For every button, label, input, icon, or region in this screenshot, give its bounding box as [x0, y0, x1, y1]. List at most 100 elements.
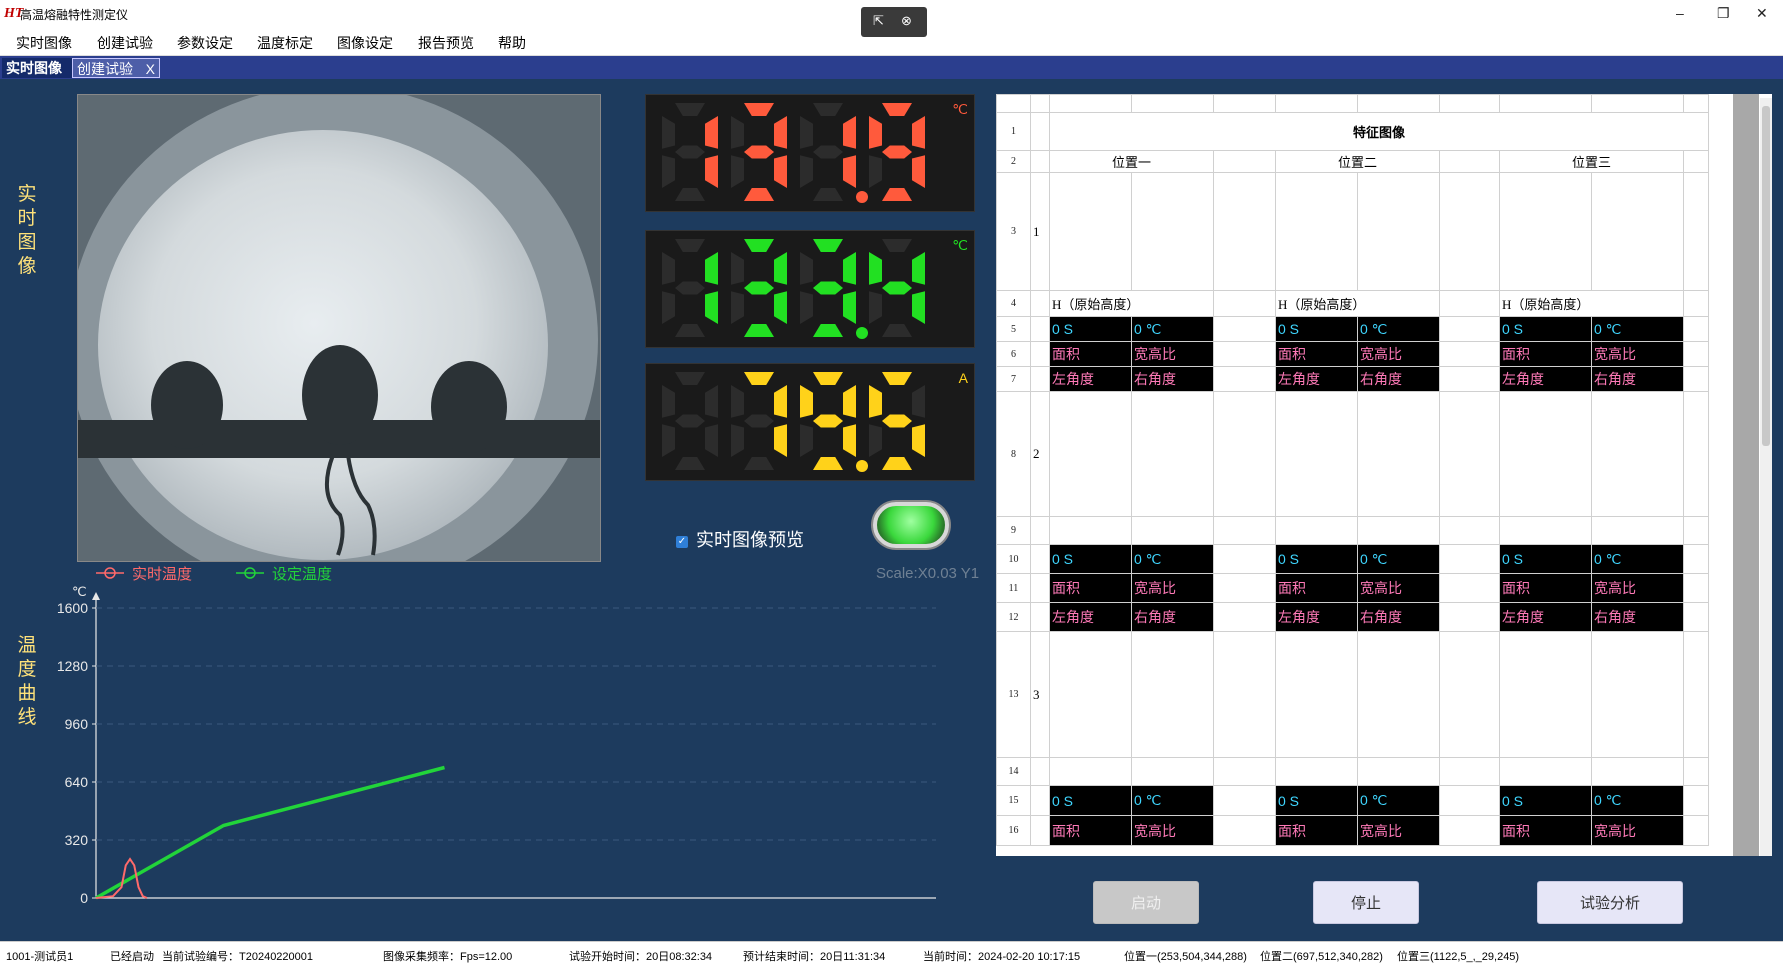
ratio-label[interactable]: 宽高比 — [1357, 341, 1440, 367]
ratio-label[interactable]: 宽高比 — [1131, 815, 1214, 846]
sample-row-label[interactable] — [1030, 316, 1050, 342]
cell[interactable] — [1030, 150, 1050, 173]
column-header[interactable] — [1275, 94, 1358, 113]
sheet-scrollbar[interactable] — [1760, 98, 1772, 856]
close-icon[interactable]: ✕ — [1756, 5, 1768, 22]
ratio-label[interactable]: 宽高比 — [1357, 815, 1440, 846]
cell[interactable] — [1213, 172, 1276, 291]
cell[interactable] — [1439, 602, 1500, 632]
sample-row-label[interactable] — [1030, 516, 1050, 545]
temp-value[interactable]: 0 ℃ — [1131, 544, 1214, 574]
cell[interactable] — [1499, 516, 1592, 545]
cell[interactable] — [1499, 391, 1592, 517]
row-header[interactable]: 11 — [996, 573, 1031, 603]
cell[interactable] — [1439, 391, 1500, 517]
column-header[interactable] — [1131, 94, 1214, 113]
row-header[interactable]: 2 — [996, 150, 1031, 173]
cell[interactable] — [1213, 785, 1276, 816]
left-angle-label[interactable]: 左角度 — [1049, 366, 1132, 392]
sample-row-label[interactable]: 2 — [1030, 391, 1050, 517]
cell[interactable] — [1683, 602, 1709, 632]
temp-value[interactable]: 0 ℃ — [1591, 316, 1684, 342]
temp-value[interactable]: 0 ℃ — [1591, 785, 1684, 816]
cell[interactable] — [1275, 172, 1358, 291]
sample-row-label[interactable]: 3 — [1030, 631, 1050, 758]
left-angle-label[interactable]: 左角度 — [1049, 602, 1132, 632]
sample-row-label[interactable]: 1 — [1030, 172, 1050, 291]
floating-toolbar[interactable]: ⇱ ⊗ — [861, 7, 927, 37]
left-angle-label[interactable]: 左角度 — [1499, 602, 1592, 632]
row-header[interactable]: 9 — [996, 516, 1031, 545]
area-label[interactable]: 面积 — [1275, 573, 1358, 603]
orig-height-label[interactable]: H（原始高度） — [1275, 290, 1440, 317]
cell[interactable] — [1439, 815, 1500, 846]
cell[interactable] — [1213, 631, 1276, 758]
right-angle-label[interactable]: 右角度 — [1357, 366, 1440, 392]
time-value[interactable]: 0 S — [1499, 785, 1592, 816]
cell[interactable] — [1439, 757, 1500, 786]
pointer-icon[interactable]: ⇱ — [873, 13, 884, 29]
area-label[interactable]: 面积 — [1049, 341, 1132, 367]
cell[interactable] — [1275, 631, 1358, 758]
scroll-thumb[interactable] — [1762, 106, 1770, 446]
tab-realtime[interactable]: 实时图像 — [2, 58, 72, 78]
column-header[interactable] — [1499, 94, 1592, 113]
sample-row-label[interactable] — [1030, 573, 1050, 603]
minimize-icon[interactable]: – — [1676, 5, 1684, 21]
time-value[interactable]: 0 S — [1275, 785, 1358, 816]
temp-value[interactable]: 0 ℃ — [1357, 785, 1440, 816]
column-header[interactable] — [1030, 94, 1050, 113]
cell[interactable] — [1131, 757, 1214, 786]
ratio-label[interactable]: 宽高比 — [1591, 815, 1684, 846]
row-header[interactable]: 6 — [996, 341, 1031, 367]
area-label[interactable]: 面积 — [1275, 341, 1358, 367]
cell[interactable] — [1357, 172, 1440, 291]
cell[interactable] — [1591, 391, 1684, 517]
menu-params[interactable]: 参数设定 — [177, 33, 233, 53]
row-header[interactable]: 8 — [996, 391, 1031, 517]
position-3-header[interactable]: 位置三 — [1499, 150, 1684, 173]
cell[interactable] — [1357, 391, 1440, 517]
sample-row-label[interactable] — [1030, 341, 1050, 367]
row-header[interactable]: 15 — [996, 785, 1031, 816]
cell[interactable] — [1499, 631, 1592, 758]
menu-temp-calib[interactable]: 温度标定 — [257, 33, 313, 53]
cell[interactable] — [1213, 516, 1276, 545]
right-angle-label[interactable]: 右角度 — [1591, 602, 1684, 632]
cell[interactable] — [1591, 631, 1684, 758]
column-header[interactable] — [1439, 94, 1500, 113]
checkbox-check-icon[interactable]: ✓ — [676, 536, 688, 548]
ratio-label[interactable]: 宽高比 — [1131, 341, 1214, 367]
cell[interactable] — [1683, 341, 1709, 367]
cell[interactable] — [1439, 366, 1500, 392]
cell[interactable] — [1683, 516, 1709, 545]
right-angle-label[interactable]: 右角度 — [1357, 602, 1440, 632]
start-button[interactable]: 启动 — [1093, 881, 1199, 924]
temp-value[interactable]: 0 ℃ — [1131, 316, 1214, 342]
cell[interactable] — [1213, 341, 1276, 367]
tab-create-test[interactable]: 创建试验 X — [72, 58, 160, 78]
ratio-label[interactable]: 宽高比 — [1357, 573, 1440, 603]
cell[interactable] — [1213, 573, 1276, 603]
menu-help[interactable]: 帮助 — [498, 33, 526, 53]
cell[interactable] — [1683, 316, 1709, 342]
cell[interactable] — [1591, 757, 1684, 786]
cell[interactable] — [1439, 785, 1500, 816]
row-header[interactable]: 4 — [996, 290, 1031, 317]
menu-image-settings[interactable]: 图像设定 — [337, 33, 393, 53]
time-value[interactable]: 0 S — [1499, 316, 1592, 342]
cell[interactable] — [1049, 757, 1132, 786]
time-value[interactable]: 0 S — [1275, 316, 1358, 342]
cell[interactable] — [1213, 366, 1276, 392]
cell[interactable] — [1131, 631, 1214, 758]
row-header[interactable]: 5 — [996, 316, 1031, 342]
menu-realtime[interactable]: 实时图像 — [16, 33, 72, 53]
cell[interactable] — [1683, 573, 1709, 603]
cell[interactable] — [1049, 391, 1132, 517]
column-header[interactable] — [1213, 94, 1276, 113]
area-label[interactable]: 面积 — [1275, 815, 1358, 846]
cell[interactable] — [1049, 631, 1132, 758]
column-header[interactable] — [1591, 94, 1684, 113]
column-header[interactable] — [1357, 94, 1440, 113]
right-angle-label[interactable]: 右角度 — [1591, 366, 1684, 392]
